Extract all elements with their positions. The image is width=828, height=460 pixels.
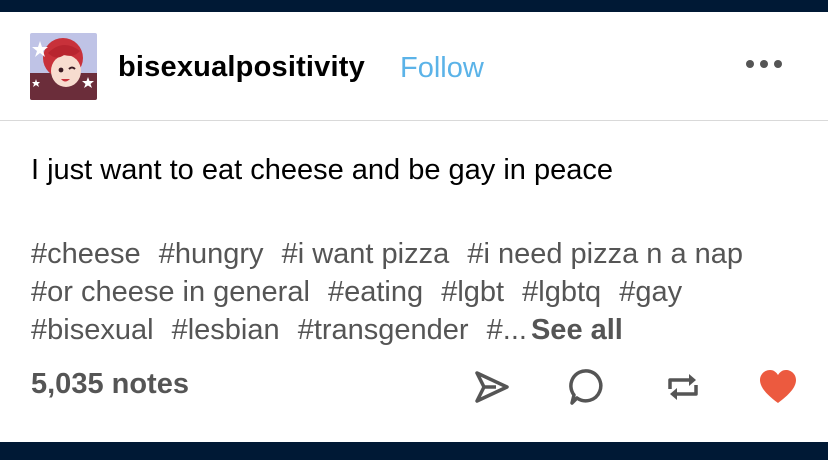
post-header: bisexualpositivity Follow <box>0 12 828 121</box>
reblog-icon[interactable] <box>663 367 703 407</box>
send-icon[interactable] <box>472 367 512 407</box>
tag-list: #cheese #hungry #i want pizza #i need pi… <box>31 235 791 349</box>
avatar[interactable] <box>30 33 97 100</box>
heart-icon[interactable] <box>758 367 798 407</box>
tag[interactable]: #lgbt <box>441 276 504 308</box>
follow-button[interactable]: Follow <box>400 52 484 85</box>
post-card: bisexualpositivity Follow I just want to… <box>0 12 828 442</box>
more-options-icon[interactable] <box>744 52 784 76</box>
see-all-tags-button[interactable]: See all <box>531 314 623 346</box>
tag-overflow[interactable]: #... <box>487 314 527 346</box>
tag[interactable]: #eating <box>328 276 423 308</box>
notes-count[interactable]: 5,035 notes <box>31 368 189 401</box>
tag[interactable]: #transgender <box>298 314 469 346</box>
tag[interactable]: #i need pizza n a nap <box>467 238 743 270</box>
tag[interactable]: #cheese <box>31 238 141 270</box>
post-body: I just want to eat cheese and be gay in … <box>31 154 614 186</box>
tag[interactable]: #i want pizza <box>282 238 450 270</box>
tag[interactable]: #or cheese in general <box>31 276 310 308</box>
blog-name[interactable]: bisexualpositivity <box>118 51 365 84</box>
tag[interactable]: #gay <box>619 276 682 308</box>
tag[interactable]: #lgbtq <box>522 276 601 308</box>
tag[interactable]: #bisexual <box>31 314 154 346</box>
tag[interactable]: #lesbian <box>172 314 280 346</box>
tag[interactable]: #hungry <box>159 238 264 270</box>
reply-bubble-icon[interactable] <box>568 367 608 407</box>
